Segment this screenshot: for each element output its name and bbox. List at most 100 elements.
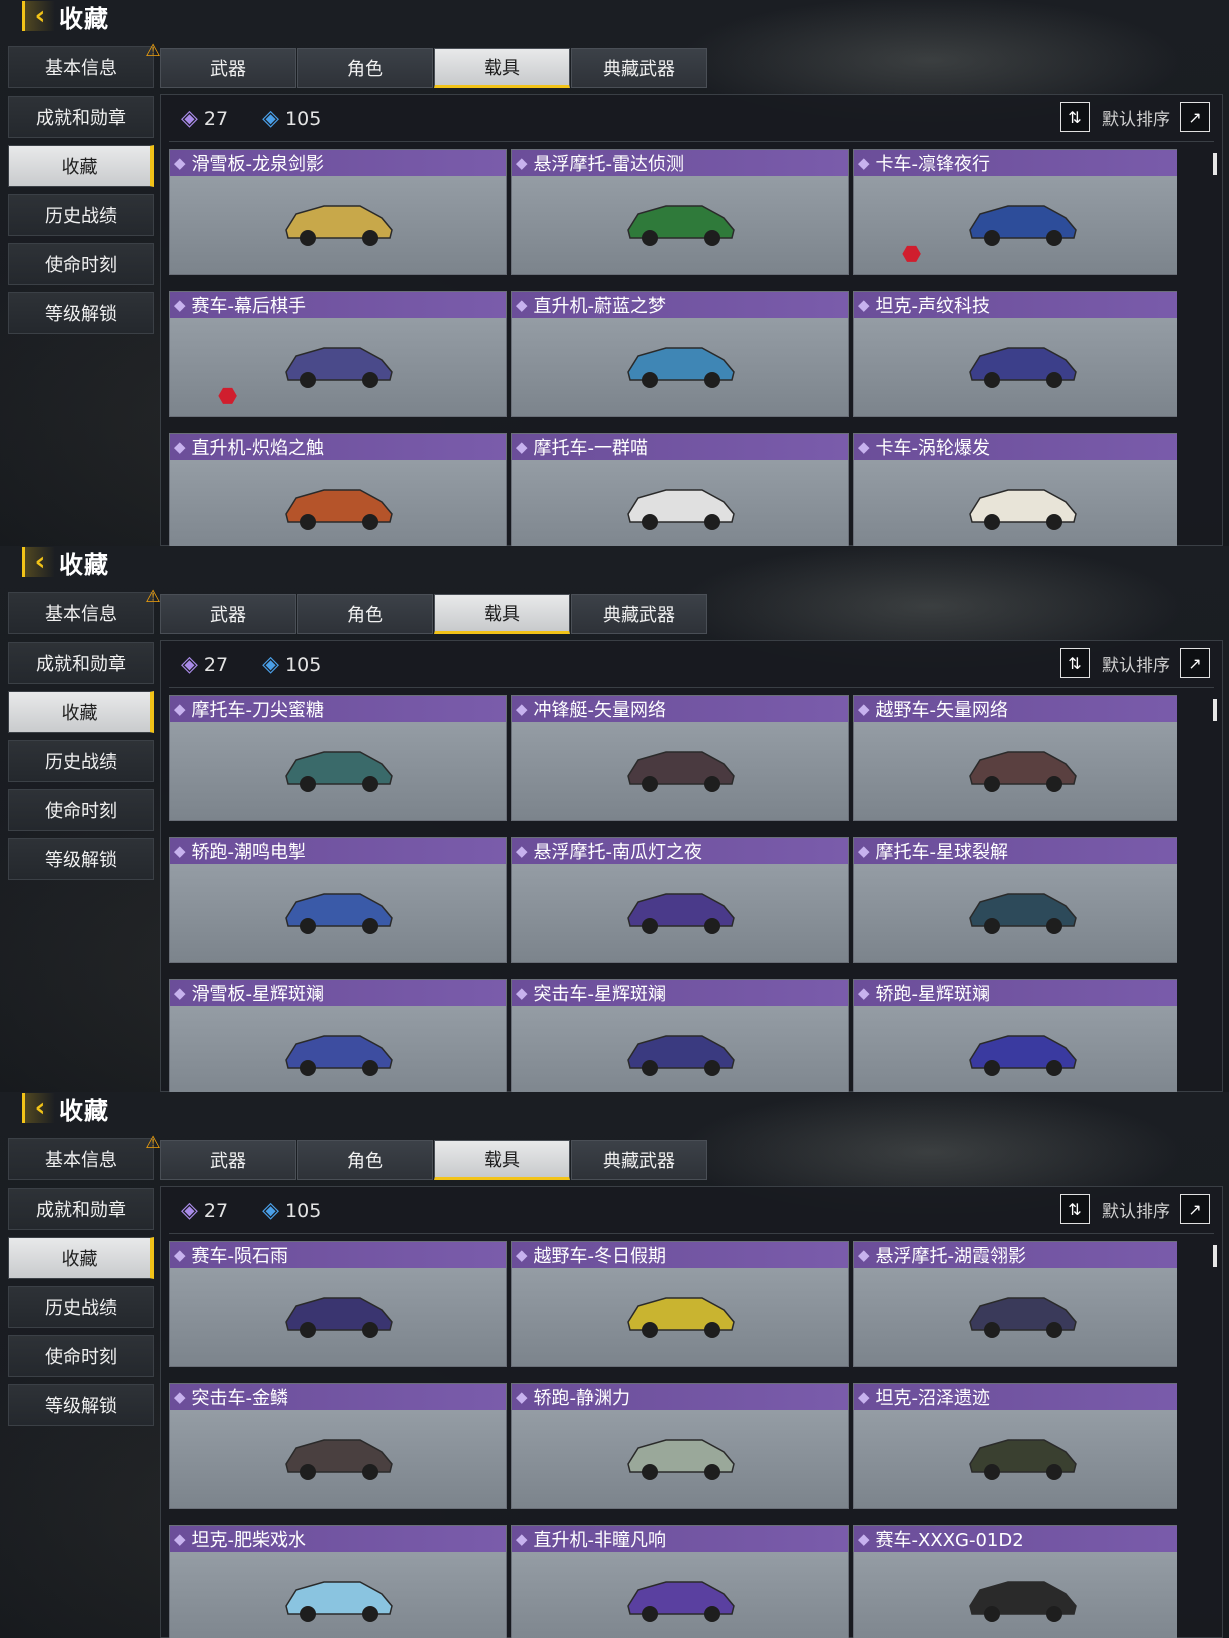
sidebar-item[interactable]: 基本信息 ⚠ (8, 1134, 161, 1180)
vehicle-card[interactable]: ◆ 赛车-XXXG-01D2 (853, 1525, 1177, 1638)
red-mark-icon: ⬣ (218, 384, 238, 409)
vehicle-image (285, 751, 393, 792)
category-tab[interactable]: 典藏武器 (571, 48, 707, 88)
vehicle-card[interactable]: ◆ 越野车-矢量网络 (853, 695, 1177, 821)
category-tab[interactable]: 典藏武器 (571, 594, 707, 634)
vehicle-card[interactable]: ◆ 卡车-凛锋夜行 ⬣ (853, 149, 1177, 275)
vehicle-card[interactable]: ◆ 坦克-肥柴戏水 (169, 1525, 507, 1638)
sidebar-item[interactable]: 使命时刻 (8, 243, 154, 285)
collection-content: ◈ 27 ◈ 105 ⇅ 默认排序 ↗ ◆ 摩托车-刀尖蜜糖 ◆ 冲锋艇-矢量网络 ◆ 越野车-矢量网络… (160, 640, 1223, 1092)
sort-icon[interactable]: ⇅ (1060, 1194, 1090, 1224)
sidebar-item[interactable]: 收藏 (8, 1237, 154, 1279)
vehicle-card[interactable]: ◆ 悬浮摩托-南瓜灯之夜 (511, 837, 849, 963)
sidebar-item[interactable]: 历史战绩 (8, 194, 154, 236)
vehicle-card[interactable]: ◆ 突击车-星辉斑斓 (511, 979, 849, 1092)
vehicle-card[interactable]: ◆ 滑雪板-龙泉剑影 (169, 149, 507, 275)
vehicle-card[interactable]: ◆ 卡车-涡轮爆发 (853, 433, 1177, 546)
rarity-diamond-icon: ◆ (858, 438, 870, 456)
category-tab[interactable]: 武器 (160, 1140, 296, 1180)
category-tab[interactable]: 载具 (434, 594, 570, 634)
sidebar-item[interactable]: 历史战绩 (8, 740, 154, 782)
category-tab[interactable]: 载具 (434, 1140, 570, 1180)
sidebar-item[interactable]: 使命时刻 (8, 789, 154, 831)
sidebar-item[interactable]: 等级解锁 (8, 838, 154, 880)
vehicle-card[interactable]: ◆ 直升机-蔚蓝之梦 (511, 291, 849, 417)
category-tab[interactable]: 角色 (297, 594, 433, 634)
sort-icon[interactable]: ⇅ (1060, 648, 1090, 678)
screenshot-stack: ‹ 收藏 基本信息 ⚠ 成就和勋章 收藏 历史战绩 使命时刻 等级解锁 武器 角色 载具 典藏武器 ◈ 27… (0, 0, 1229, 1638)
back-arrow-icon[interactable]: ‹ (22, 547, 55, 577)
sidebar-item[interactable]: 使命时刻 (8, 1335, 154, 1377)
vehicle-card[interactable]: ◆ 直升机-非瞳凡响 (511, 1525, 849, 1638)
sidebar-item[interactable]: 收藏 (8, 691, 154, 733)
vehicle-card[interactable]: ◆ 悬浮摩托-湖霞翎影 (853, 1241, 1177, 1367)
sort-icon[interactable]: ⇅ (1060, 102, 1090, 132)
sort-label[interactable]: 默认排序 (1102, 1197, 1170, 1222)
vehicle-grid: ◆ 赛车-陨石雨 ◆ 越野车-冬日假期 ◆ 悬浮摩托-湖霞翎影 ◆ 突击车-金鳞 ◆ 轿跑-静渊力… (169, 1241, 1177, 1638)
category-tab[interactable]: 武器 (160, 594, 296, 634)
rarity-diamond-icon: ◆ (516, 154, 528, 172)
sidebar-item[interactable]: 历史战绩 (8, 1286, 154, 1328)
category-tab[interactable]: 角色 (297, 1140, 433, 1180)
vehicle-image (627, 1439, 735, 1480)
sidebar-item-label: 收藏 (61, 1249, 98, 1270)
category-tab[interactable]: 武器 (160, 48, 296, 88)
vehicle-name: 滑雪板-龙泉剑影 (191, 154, 325, 175)
vehicle-card-header: ◆ 滑雪板-龙泉剑影 (170, 150, 506, 176)
sidebar-item[interactable]: 基本信息 ⚠ (8, 588, 161, 634)
back-arrow-icon[interactable]: ‹ (22, 1093, 55, 1123)
sidebar-item[interactable]: 成就和勋章 (8, 1188, 154, 1230)
vehicle-name: 悬浮摩托-湖霞翎影 (875, 1246, 1027, 1267)
vehicle-card[interactable]: ◆ 轿跑-潮鸣电掣 (169, 837, 507, 963)
vehicle-image (969, 347, 1077, 388)
collection-content: ◈ 27 ◈ 105 ⇅ 默认排序 ↗ ◆ 滑雪板-龙泉剑影 ◆ 悬浮摩托-雷达侦测 ◆ 卡车-凛锋夜行… (160, 94, 1223, 546)
vehicle-card[interactable]: ◆ 越野车-冬日假期 (511, 1241, 849, 1367)
vehicle-card-header: ◆ 直升机-非瞳凡响 (512, 1526, 848, 1552)
share-icon[interactable]: ↗ (1180, 102, 1210, 132)
sidebar-item[interactable]: 等级解锁 (8, 292, 154, 334)
vehicle-card[interactable]: ◆ 轿跑-静渊力 (511, 1383, 849, 1509)
vehicle-card[interactable]: ◆ 赛车-幕后棋手 ⬣ (169, 291, 507, 417)
vehicle-card[interactable]: ◆ 赛车-陨石雨 (169, 1241, 507, 1367)
scrollbar[interactable] (1213, 699, 1217, 721)
share-icon[interactable]: ↗ (1180, 1194, 1210, 1224)
vehicle-name: 赛车-幕后棋手 (191, 296, 307, 317)
sort-controls: ⇅ 默认排序 ↗ (1060, 101, 1210, 133)
vehicle-card[interactable]: ◆ 直升机-炽焰之触 (169, 433, 507, 546)
category-tab[interactable]: 载具 (434, 48, 570, 88)
vehicle-name: 赛车-陨石雨 (191, 1246, 289, 1267)
vehicle-card[interactable]: ◆ 摩托车-一群喵 (511, 433, 849, 546)
vehicle-name: 卡车-凛锋夜行 (875, 154, 991, 175)
vehicle-card[interactable]: ◆ 轿跑-星辉斑斓 (853, 979, 1177, 1092)
vehicle-card-header: ◆ 直升机-蔚蓝之梦 (512, 292, 848, 318)
scrollbar[interactable] (1213, 1245, 1217, 1267)
vehicle-card[interactable]: ◆ 突击车-金鳞 (169, 1383, 507, 1509)
vehicle-card[interactable]: ◆ 滑雪板-星辉斑斓 (169, 979, 507, 1092)
vehicle-card[interactable]: ◆ 摩托车-星球裂解 (853, 837, 1177, 963)
rarity-diamond-icon: ◆ (174, 700, 186, 718)
vehicle-card[interactable]: ◆ 坦克-沼泽遗迹 (853, 1383, 1177, 1509)
vehicle-card[interactable]: ◆ 坦克-声纹科技 (853, 291, 1177, 417)
category-tab[interactable]: 典藏武器 (571, 1140, 707, 1180)
category-tab[interactable]: 角色 (297, 48, 433, 88)
scrollbar[interactable] (1213, 153, 1217, 175)
vehicle-image (627, 1581, 735, 1622)
purple-count-value: 27 (203, 1200, 229, 1222)
back-arrow-icon[interactable]: ‹ (22, 1, 55, 31)
vehicle-card[interactable]: ◆ 冲锋艇-矢量网络 (511, 695, 849, 821)
sidebar-item[interactable]: 收藏 (8, 145, 154, 187)
sidebar-item[interactable]: 基本信息 ⚠ (8, 42, 161, 88)
vehicle-image (627, 1297, 735, 1338)
sidebar-item[interactable]: 成就和勋章 (8, 96, 154, 138)
sidebar-item-label: 历史战绩 (45, 206, 117, 227)
purple-count-value: 27 (203, 654, 229, 676)
tab-label: 载具 (484, 1150, 520, 1171)
vehicle-image (285, 1297, 393, 1338)
sort-label[interactable]: 默认排序 (1102, 651, 1170, 676)
vehicle-card[interactable]: ◆ 悬浮摩托-雷达侦测 (511, 149, 849, 275)
vehicle-card[interactable]: ◆ 摩托车-刀尖蜜糖 (169, 695, 507, 821)
sort-label[interactable]: 默认排序 (1102, 105, 1170, 130)
sidebar-item[interactable]: 成就和勋章 (8, 642, 154, 684)
sidebar-item[interactable]: 等级解锁 (8, 1384, 154, 1426)
share-icon[interactable]: ↗ (1180, 648, 1210, 678)
